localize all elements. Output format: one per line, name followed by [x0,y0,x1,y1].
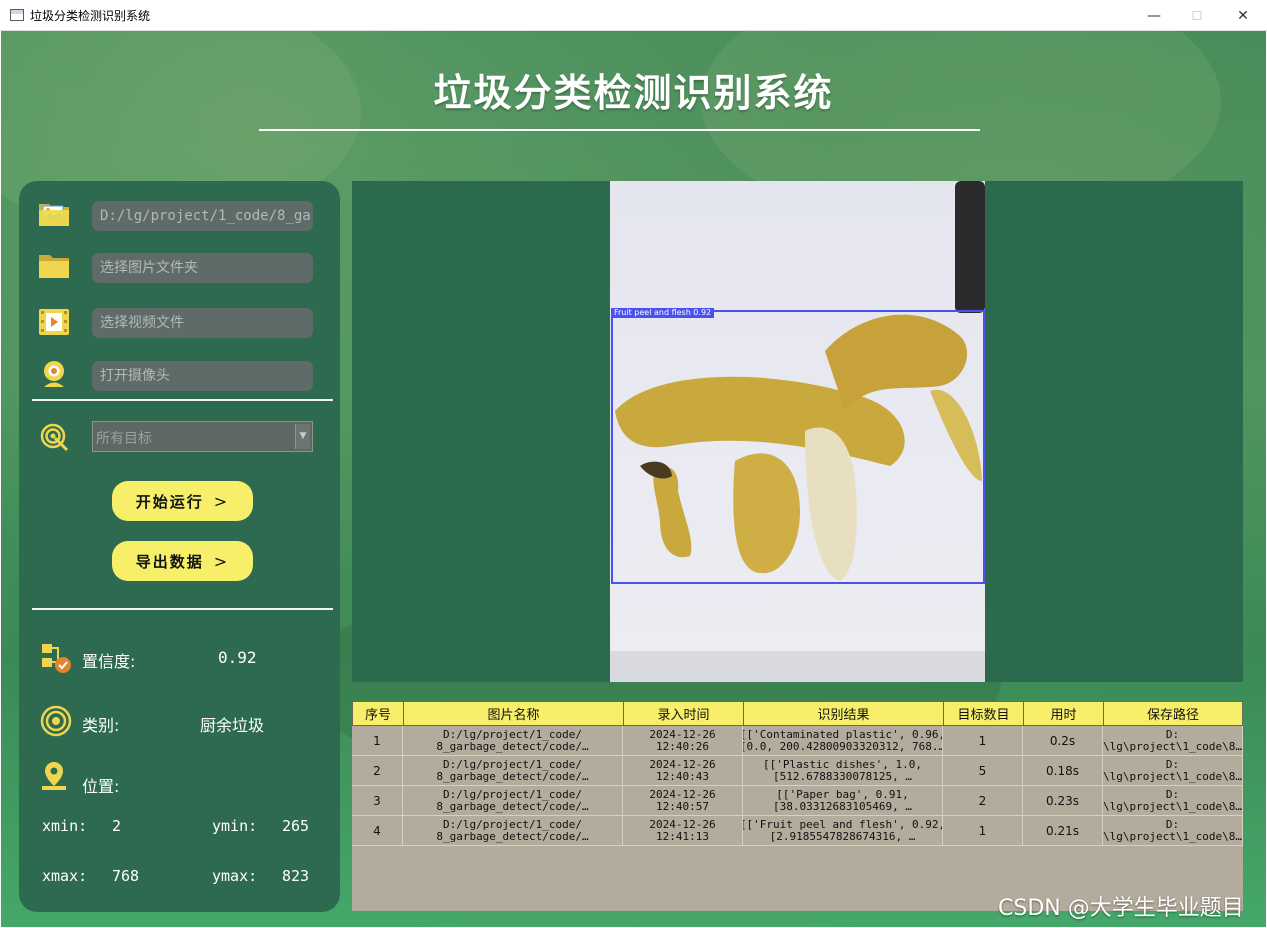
table-cell: [['Fruit peel and flesh', 0.92, [2.91855… [743,816,943,846]
video-file-field[interactable]: 选择视频文件 [92,308,313,338]
maximize-button[interactable]: ☐ [1174,0,1220,31]
table-cell: 2 [943,786,1023,816]
window-titlebar: 垃圾分类检测识别系统 — ☐ ✕ [0,0,1267,31]
table-cell: D:/lg/project/1_code/ 8_garbage_detect/c… [403,786,623,816]
ymin-value: 265 [282,817,310,835]
table-cell: 2024-12-26 12:40:57 [623,786,743,816]
confidence-value: 0.92 [218,648,257,667]
camera-icon[interactable] [40,360,68,388]
image-path-field[interactable]: D:/lg/project/1_code/8_garbage_detect/co… [92,201,313,231]
xmax-value: 768 [112,867,140,885]
export-data-label: 导出数据 [135,552,204,571]
ymax-label: ymax: [212,867,258,885]
column-header[interactable]: 序号 [352,701,403,726]
chevron-down-icon[interactable]: ▼ [295,424,310,449]
watermark-text: CSDN @大学生毕业题目 [998,896,1244,921]
target-icon [40,423,69,452]
table-row[interactable]: 2 D:/lg/project/1_code/ 8_garbage_detect… [352,756,1243,786]
target-select-value: 所有目标 [96,431,152,447]
ymin-label: ymin: [212,817,258,835]
image-folder-field[interactable]: 选择图片文件夹 [92,253,313,283]
column-header[interactable]: 识别结果 [743,701,943,726]
table-cell: 1 [943,726,1023,756]
category-value: 厨余垃圾 [200,716,265,735]
confidence-icon [42,644,71,673]
table-header: 序号 图片名称 录入时间 识别结果 目标数目 用时 保存路径 [352,701,1243,726]
xmax-label: xmax: [42,867,88,885]
table-cell: 2024-12-26 12:41:13 [623,816,743,846]
table-cell: D: \lg\project\1_code\8… [1103,786,1243,816]
table-cell: [['Paper bag', 0.91, [38.03312683105469,… [743,786,943,816]
column-header[interactable]: 目标数目 [943,701,1023,726]
detection-label: Fruit peel and flesh 0.92 [611,308,715,318]
category-icon [40,705,72,737]
column-header[interactable]: 保存路径 [1103,701,1243,726]
panel-divider [32,608,333,610]
export-data-button[interactable]: 导出数据 > [112,541,253,581]
detection-bounding-box [611,310,985,584]
table-cell: D: \lg\project\1_code\8… [1103,816,1243,846]
position-label: 位置: [82,777,120,796]
title-divider [259,129,980,131]
folder-icon[interactable] [38,253,70,280]
location-pin-icon [42,762,66,790]
panel-divider [32,399,333,401]
table-cell: D: \lg\project\1_code\8… [1103,756,1243,786]
table-cell: [['Contaminated plastic', 0.96, [0.0, 20… [743,726,943,756]
ymax-value: 823 [282,867,310,885]
chevron-right-icon: > [213,551,230,571]
column-header[interactable]: 图片名称 [403,701,623,726]
table-row[interactable]: 4 D:/lg/project/1_code/ 8_garbage_detect… [352,816,1243,846]
window-title: 垃圾分类检测识别系统 [30,8,151,23]
start-run-label: 开始运行 [135,492,204,511]
chevron-right-icon: > [213,491,230,511]
table-cell: D:/lg/project/1_code/ 8_garbage_detect/c… [403,816,623,846]
column-header[interactable]: 用时 [1023,701,1103,726]
app-window-icon [10,9,24,21]
table-cell: 1 [943,816,1023,846]
table-row[interactable]: 1 D:/lg/project/1_code/ 8_garbage_detect… [352,726,1243,756]
xmin-label: xmin: [42,817,88,835]
table-cell: 0.23s [1023,786,1103,816]
table-cell: 2024-12-26 12:40:26 [623,726,743,756]
table-cell: 5 [943,756,1023,786]
table-cell: [['Plastic dishes', 1.0, [512.6788330078… [743,756,943,786]
column-header[interactable]: 录入时间 [623,701,743,726]
table-cell: 3 [352,786,403,816]
table-cell: 2024-12-26 12:40:43 [623,756,743,786]
table-cell: 0.2s [1023,726,1103,756]
camera-field[interactable]: 打开摄像头 [92,361,313,391]
category-label: 类别: [82,716,120,735]
table-cell: 1 [352,726,403,756]
minimize-button[interactable]: — [1131,0,1177,31]
confidence-label: 置信度: [82,652,136,671]
page-title: 垃圾分类检测识别系统 [433,71,834,115]
xmin-value: 2 [112,817,122,835]
target-select[interactable]: 所有目标 ▼ [92,421,313,452]
video-file-icon[interactable] [38,308,70,336]
table-cell: D:/lg/project/1_code/ 8_garbage_detect/c… [403,756,623,786]
table-cell: 0.18s [1023,756,1103,786]
start-run-button[interactable]: 开始运行 > [112,481,253,521]
table-cell: D:/lg/project/1_code/ 8_garbage_detect/c… [403,726,623,756]
table-cell: D: \lg\project\1_code\8… [1103,726,1243,756]
table-cell: 4 [352,816,403,846]
image-folder-icon[interactable] [38,200,70,228]
close-button[interactable]: ✕ [1220,0,1266,31]
table-cell: 0.21s [1023,816,1103,846]
table-row[interactable]: 3 D:/lg/project/1_code/ 8_garbage_detect… [352,786,1243,816]
results-table[interactable]: 序号 图片名称 录入时间 识别结果 目标数目 用时 保存路径 1 D:/lg/p… [352,701,1243,911]
table-cell: 2 [352,756,403,786]
